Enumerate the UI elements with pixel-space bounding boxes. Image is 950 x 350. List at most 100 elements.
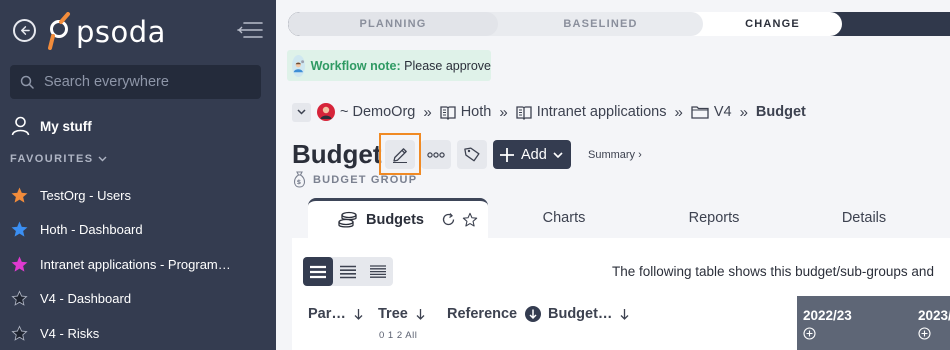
list-narrow-icon (370, 264, 386, 278)
search-input[interactable] (44, 74, 244, 90)
star-icon (11, 290, 28, 306)
expand-plus-icon[interactable] (918, 327, 931, 340)
favourite-item[interactable]: V4 - Risks (11, 316, 271, 350)
breadcrumb-current: Budget (756, 104, 806, 120)
tab-charts[interactable]: Charts (514, 198, 614, 238)
favourite-item[interactable]: TestOrg - Users (11, 178, 271, 213)
plus-icon (500, 147, 514, 162)
sort-arrow-down-icon (620, 309, 629, 320)
tab-bar: Budgets Charts Reports Details (292, 198, 950, 238)
year-columns-header (797, 296, 950, 350)
arrow-left-icon (21, 26, 30, 35)
favourite-label: Hoth - Dashboard (40, 222, 143, 238)
favourite-label: TestOrg - Users (40, 187, 132, 203)
collapse-sidebar-button[interactable] (236, 19, 264, 41)
workflow-stepper: PLANNING BASELINED CHANGE (288, 12, 950, 36)
star-icon (11, 221, 28, 237)
star-outline-icon[interactable] (462, 212, 478, 228)
sidebar: psoda My stuff FAVOURITES TestOrg - User… (0, 0, 276, 350)
tag-icon (464, 146, 480, 161)
workflow-step-baselined[interactable]: BASELINED (473, 12, 703, 36)
star-icon (11, 187, 28, 203)
view-dense-button[interactable] (363, 257, 393, 286)
summary-link[interactable]: Summary › (588, 149, 642, 161)
tag-button[interactable] (457, 140, 487, 169)
year-header: 2022/23 (803, 308, 852, 323)
column-header-reference[interactable]: Reference (447, 306, 542, 322)
favourite-item[interactable]: Intranet applications - Programme… (11, 247, 271, 282)
view-comfortable-button[interactable] (303, 257, 333, 286)
breadcrumb-separator: » (499, 103, 508, 121)
favourite-item[interactable]: V4 - Dashboard (11, 282, 271, 317)
add-button[interactable]: Add (493, 140, 571, 169)
tree-level-selector[interactable]: 0 1 2 All (379, 330, 417, 341)
favourite-label: V4 - Dashboard (40, 291, 132, 307)
breadcrumb-label: Budget (755, 104, 806, 120)
edit-button[interactable] (385, 140, 415, 169)
chevron-down-icon (297, 109, 306, 115)
page-title: Budget (292, 139, 382, 169)
table-description: The following table shows this budget/su… (612, 264, 934, 279)
my-stuff-link[interactable]: My stuff (11, 114, 92, 138)
more-horizontal-icon (427, 151, 445, 158)
search-icon (20, 75, 34, 89)
breadcrumb-item[interactable]: ~ DemoOrg (317, 103, 415, 121)
psoda-logo-mark (48, 12, 70, 50)
breadcrumb-label: Hoth (460, 104, 492, 120)
sort-active-down-icon (525, 306, 542, 322)
list-medium-icon (340, 265, 356, 278)
breadcrumb-label: ~ DemoOrg (340, 104, 416, 120)
money-bag-icon: $ (293, 171, 306, 188)
favourite-item[interactable]: Hoth - Dashboard (11, 213, 271, 248)
favourite-label: V4 - Risks (40, 325, 100, 341)
workflow-step-planning[interactable]: PLANNING (288, 12, 498, 36)
tab-details[interactable]: Details (814, 198, 914, 238)
item-type-label: BUDGET GROUP (313, 173, 418, 186)
breadcrumb-separator: » (423, 103, 432, 121)
breadcrumb-item[interactable]: Intranet applications (516, 104, 667, 120)
item-type: $ BUDGET GROUP (292, 171, 417, 188)
favourites-list: TestOrg - Users Hoth - Dashboard Intrane… (11, 178, 271, 350)
tab-budgets[interactable]: Budgets (308, 198, 488, 238)
workflow-note-message: Please approve (404, 58, 491, 73)
view-compact-button[interactable] (333, 257, 363, 286)
book-icon (516, 105, 532, 120)
coins-icon (338, 211, 357, 228)
breadcrumb: ~ DemoOrg » Hoth » Intranet applications… (292, 100, 806, 124)
folder-icon (691, 106, 709, 119)
svg-text:$: $ (297, 178, 303, 186)
back-button[interactable] (13, 19, 36, 42)
favourites-toggle[interactable]: FAVOURITES (10, 153, 107, 165)
psoda-logo[interactable]: psoda (48, 12, 166, 50)
breadcrumb-expand-button[interactable] (292, 102, 311, 122)
logo-text: psoda (76, 15, 166, 49)
column-header-label: Par… (308, 306, 346, 322)
book-icon (440, 105, 456, 120)
column-header-label: Budget… (548, 306, 613, 322)
column-header-label: Tree (378, 306, 408, 322)
sort-arrow-down-icon (354, 309, 363, 320)
view-density-toggle (303, 257, 393, 286)
column-header-tree[interactable]: Tree (378, 306, 425, 322)
column-header-budget[interactable]: Budget… (548, 306, 629, 322)
list-wide-icon (310, 265, 326, 278)
collapse-menu-icon (237, 22, 263, 38)
user-avatar-icon (292, 54, 305, 77)
more-options-button[interactable] (421, 140, 451, 169)
column-header-par[interactable]: Par… (308, 306, 363, 322)
sort-arrow-down-icon (416, 309, 425, 320)
tab-reports[interactable]: Reports (664, 198, 764, 238)
favourites-label: FAVOURITES (10, 153, 94, 165)
workflow-note-label: Workflow note: (310, 58, 401, 73)
breadcrumb-label: Intranet applications (536, 104, 667, 120)
expand-plus-icon[interactable] (803, 327, 816, 340)
breadcrumb-label: V4 (713, 104, 732, 120)
refresh-icon[interactable] (441, 212, 456, 227)
search-box[interactable] (10, 65, 261, 99)
my-stuff-label: My stuff (40, 118, 92, 134)
breadcrumb-item[interactable]: V4 (691, 104, 732, 120)
chevron-down-icon (553, 151, 563, 158)
user-icon (11, 116, 30, 136)
column-header-label: Reference (447, 306, 518, 322)
breadcrumb-item[interactable]: Hoth (440, 104, 492, 120)
